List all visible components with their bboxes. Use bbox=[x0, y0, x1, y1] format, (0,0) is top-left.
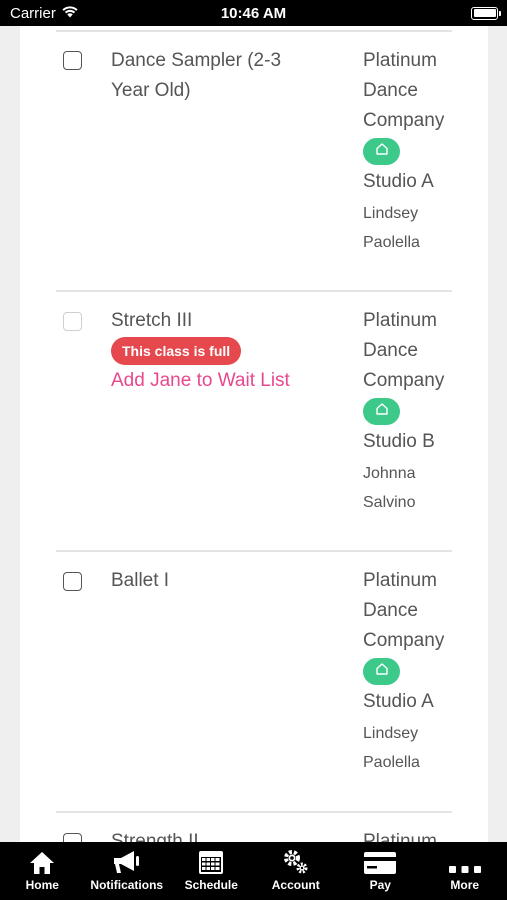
carrier-label: Carrier bbox=[10, 4, 56, 22]
class-name: Ballet I bbox=[111, 570, 170, 591]
status-bar: Carrier 10:46 AM bbox=[0, 0, 507, 26]
studio-name: Studio A bbox=[363, 691, 434, 712]
teacher-name: Lindsey Paolella bbox=[363, 205, 420, 251]
class-row: Ballet I Platinum Dance Company Studio A… bbox=[56, 552, 452, 813]
teacher-name: Lindsey Paolella bbox=[363, 725, 420, 771]
class-info: Platinum Dance Company Studio A Lindsey … bbox=[363, 566, 463, 777]
company-name: Platinum Dance Company bbox=[363, 310, 445, 391]
class-info: Platinum Dance Company Studio A Lindsey … bbox=[363, 46, 463, 257]
class-name: Dance Sampler (2-3 Year Old) bbox=[111, 50, 282, 101]
tab-home[interactable]: Home bbox=[0, 842, 85, 900]
company-name: Platinum Dance Company bbox=[363, 50, 445, 131]
class-row: Strength II Platinum bbox=[56, 813, 452, 842]
tab-label: More bbox=[450, 878, 480, 892]
tab-label: Notifications bbox=[90, 878, 164, 892]
class-info: Platinum Dance Company Studio B Johnna S… bbox=[363, 306, 463, 517]
class-list[interactable]: Dance Sampler (2-3 Year Old) Platinum Da… bbox=[20, 26, 488, 842]
studio-name: Studio A bbox=[363, 171, 434, 192]
home-location-badge[interactable] bbox=[363, 398, 400, 425]
tab-schedule[interactable]: Schedule bbox=[169, 842, 254, 900]
home-location-badge[interactable] bbox=[363, 658, 400, 685]
megaphone-icon bbox=[112, 847, 142, 875]
class-checkbox[interactable] bbox=[63, 51, 82, 70]
battery-icon bbox=[471, 6, 501, 20]
class-row: Stretch III This class is full Add Jane … bbox=[56, 292, 452, 552]
class-checkbox-disabled bbox=[63, 312, 82, 331]
class-name: Stretch III This class is full Add Jane … bbox=[111, 306, 311, 396]
class-info: Platinum bbox=[363, 827, 463, 842]
tab-notifications[interactable]: Notifications bbox=[85, 842, 170, 900]
company-name: Platinum bbox=[363, 831, 437, 842]
class-full-badge: This class is full bbox=[111, 337, 242, 365]
home-icon bbox=[375, 142, 389, 161]
tab-label: Home bbox=[25, 878, 59, 892]
home-location-badge[interactable] bbox=[363, 138, 400, 165]
company-name: Platinum Dance Company bbox=[363, 570, 445, 651]
home-icon bbox=[29, 847, 55, 875]
tab-more[interactable]: More bbox=[423, 842, 507, 900]
teacher-name: Johnna Salvino bbox=[363, 465, 416, 511]
tab-bar: Home Notifications Schedule Account Pay … bbox=[0, 842, 507, 900]
class-checkbox[interactable] bbox=[63, 833, 82, 842]
class-name: Strength II bbox=[111, 831, 199, 842]
studio-name: Studio B bbox=[363, 431, 435, 452]
class-checkbox[interactable] bbox=[63, 572, 82, 591]
tab-label: Account bbox=[271, 878, 320, 892]
class-row: Dance Sampler (2-3 Year Old) Platinum Da… bbox=[56, 32, 452, 292]
ellipsis-icon bbox=[448, 847, 482, 875]
home-icon bbox=[375, 402, 389, 421]
home-icon bbox=[375, 662, 389, 681]
tab-account[interactable]: Account bbox=[254, 842, 339, 900]
gears-icon bbox=[282, 847, 310, 875]
wifi-icon bbox=[61, 5, 79, 22]
tab-pay[interactable]: Pay bbox=[338, 842, 423, 900]
credit-card-icon bbox=[363, 847, 397, 875]
tab-label: Schedule bbox=[184, 878, 238, 892]
calendar-icon bbox=[198, 847, 224, 875]
add-to-wait-list-link[interactable]: Add Jane to Wait List bbox=[111, 366, 311, 396]
tab-label: Pay bbox=[369, 878, 391, 892]
